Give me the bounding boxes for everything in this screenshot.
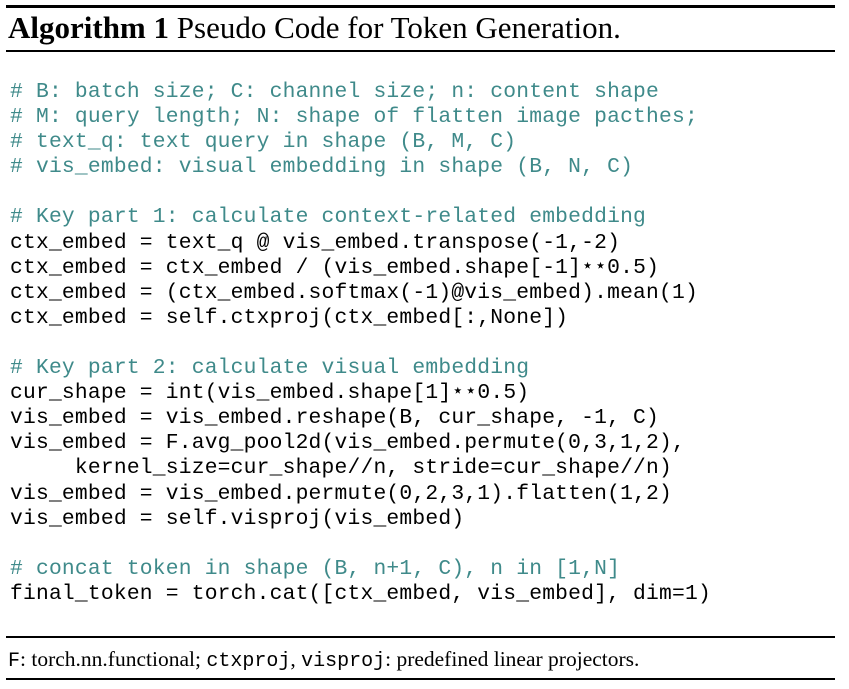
code-line: kernel_size=cur_shape//n, stride=cur_sha… bbox=[10, 456, 672, 481]
algorithm-label: Algorithm 1 bbox=[8, 10, 170, 45]
code-line: ctx_embed = self.ctxproj(ctx_embed[:,Non… bbox=[10, 305, 569, 330]
code-line: final_token = torch.cat([ctx_embed, vis_… bbox=[10, 581, 711, 606]
code-comment-line: # vis_embed: visual embedding in shape (… bbox=[10, 155, 634, 180]
code-listing: # B: batch size; C: channel size; n: con… bbox=[10, 80, 711, 607]
footnote-f-symbol: F bbox=[8, 650, 21, 673]
footnote: F: torch.nn.functional; ctxproj, visproj… bbox=[8, 644, 639, 674]
code-line: vis_embed = vis_embed.permute(0,2,3,1).f… bbox=[10, 481, 672, 506]
title-rule bbox=[6, 50, 835, 52]
code-comment-line: # concat token in shape (B, n+1, C), n i… bbox=[10, 556, 621, 581]
footnote-f-desc: : torch.nn.functional; bbox=[20, 647, 207, 671]
code-line: ctx_embed = (ctx_embed.softmax(-1)@vis_e… bbox=[10, 280, 698, 305]
footnote-visproj: visproj bbox=[301, 650, 386, 673]
code-line: vis_embed = F.avg_pool2d(vis_embed.permu… bbox=[10, 431, 685, 456]
code-line: ctx_embed = text_q @ vis_embed.transpose… bbox=[10, 230, 621, 255]
code-line: vis_embed = self.visproj(vis_embed) bbox=[10, 506, 465, 531]
code-line: vis_embed = vis_embed.reshape(B, cur_sha… bbox=[10, 406, 660, 431]
footnote-tail: : predefined linear projectors. bbox=[385, 647, 640, 671]
footnote-ctxproj: ctxproj bbox=[206, 650, 291, 673]
code-comment-line: # Key part 1: calculate context-related … bbox=[10, 205, 647, 230]
code-line: ctx_embed = ctx_embed / (vis_embed.shape… bbox=[10, 255, 660, 280]
code-comment-line: # M: query length; N: shape of flatten i… bbox=[10, 105, 698, 130]
algorithm-caption: Pseudo Code for Token Generation. bbox=[176, 10, 621, 45]
footnote-bottom-rule bbox=[6, 678, 835, 680]
code-comment-line: # text_q: text query in shape (B, M, C) bbox=[10, 130, 517, 155]
code-comment-line: # Key part 2: calculate visual embedding bbox=[10, 356, 530, 381]
code-line: cur_shape = int(vis_embed.shape[1]⋆⋆0.5) bbox=[10, 381, 530, 406]
footnote-top-rule bbox=[6, 636, 835, 638]
code-comment-line: # B: batch size; C: channel size; n: con… bbox=[10, 80, 660, 104]
algorithm-title: Algorithm 1 Pseudo Code for Token Genera… bbox=[8, 8, 621, 48]
footnote-sep: , bbox=[290, 647, 302, 671]
